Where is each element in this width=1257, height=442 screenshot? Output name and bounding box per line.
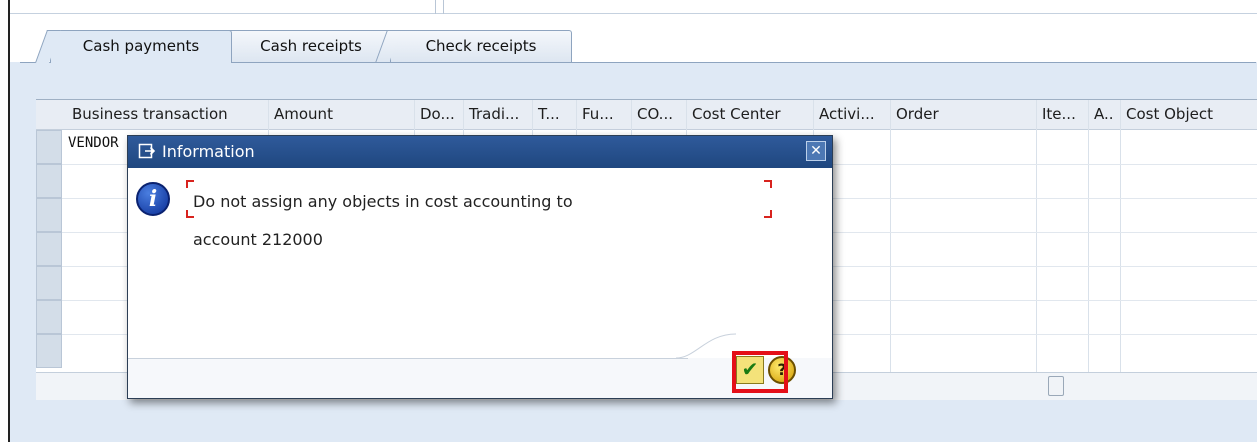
dialog-footer: [128, 358, 832, 398]
column-header[interactable]: Ite...: [1042, 105, 1076, 123]
column-header[interactable]: Amount: [274, 105, 333, 123]
dialog-message: account 212000: [193, 230, 323, 249]
focus-corner: [764, 180, 772, 188]
column-header[interactable]: Fu...: [582, 105, 614, 123]
tab-strip: Cash payments Cash receipts Check receip…: [10, 14, 1257, 63]
dialog-title: Information: [162, 142, 255, 161]
scroll-handle[interactable]: [1048, 376, 1064, 396]
column-header[interactable]: Order: [896, 105, 939, 123]
annotation-highlight-box: [732, 351, 788, 393]
row-selector[interactable]: [36, 164, 62, 198]
row-selector[interactable]: [36, 198, 62, 232]
footer-curve: [676, 333, 736, 359]
column-header[interactable]: Cost Object: [1126, 105, 1213, 123]
row-selector[interactable]: [36, 130, 62, 164]
column-header[interactable]: Do...: [420, 105, 455, 123]
close-icon[interactable]: ✕: [806, 141, 826, 161]
column-header[interactable]: Business transaction: [72, 105, 228, 123]
tab-check-receipts[interactable]: Check receipts: [374, 30, 572, 63]
tab-cash-payments[interactable]: Cash payments: [34, 30, 232, 63]
focus-corner: [186, 180, 194, 188]
row-selector[interactable]: [36, 266, 62, 300]
separator: [435, 0, 436, 14]
column-header[interactable]: CO...: [637, 105, 673, 123]
focus-corner: [764, 210, 772, 218]
column-header[interactable]: Tradi...: [469, 105, 519, 123]
dialog-title-bar: Information ✕: [128, 136, 832, 168]
tab-label: Check receipts: [425, 37, 537, 55]
row-selector[interactable]: [36, 300, 62, 334]
row-selector[interactable]: [36, 232, 62, 266]
column-header[interactable]: Cost Center: [692, 105, 781, 123]
focus-corner: [186, 210, 194, 218]
column-header[interactable]: A..: [1094, 105, 1114, 123]
tab-label: Cash receipts: [260, 37, 362, 55]
table-cell[interactable]: VENDOR: [68, 135, 119, 151]
column-header[interactable]: Activi...: [819, 105, 875, 123]
row-selector[interactable]: [36, 334, 62, 368]
info-icon: i: [136, 182, 170, 216]
tab-cash-receipts[interactable]: Cash receipts: [210, 30, 396, 63]
dialog-message: Do not assign any objects in cost accoun…: [193, 192, 573, 211]
column-header[interactable]: T...: [538, 105, 560, 123]
tab-label: Cash payments: [82, 37, 200, 55]
information-dialog: Information ✕ i Do not assign any object…: [127, 135, 833, 399]
top-strip: [10, 0, 1257, 14]
separator: [443, 0, 444, 14]
table-header: Business transaction Amount Do... Tradi.…: [36, 100, 1257, 130]
information-window-icon: [138, 142, 156, 160]
